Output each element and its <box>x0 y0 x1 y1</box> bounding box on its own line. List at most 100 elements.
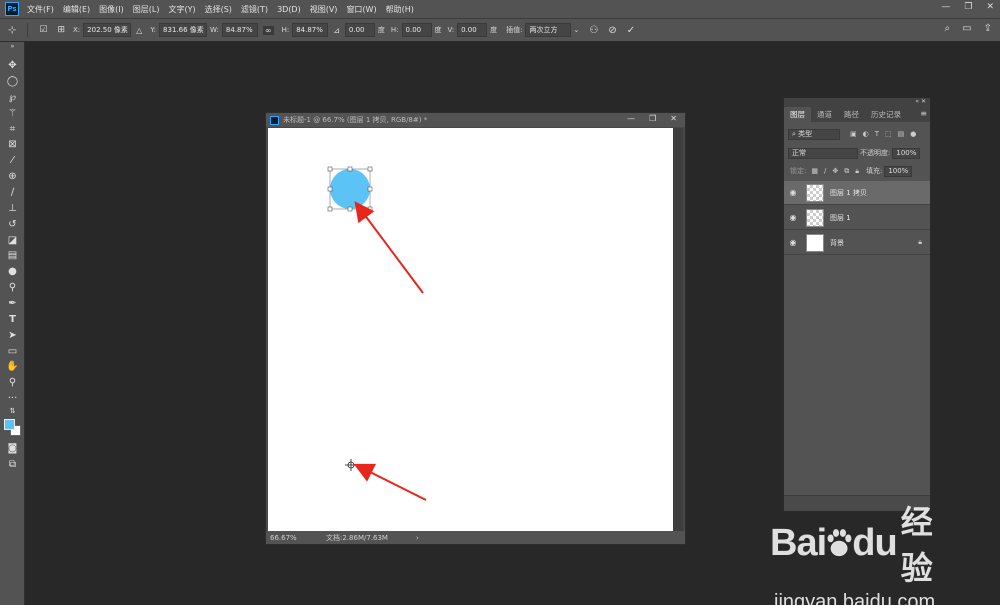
transform-handle-bm[interactable] <box>347 206 353 212</box>
elliptical-marquee-tool-icon[interactable]: ◯ <box>5 75 20 88</box>
layer-row[interactable]: ◉ 图层 1 拷贝 <box>784 181 930 205</box>
transform-handle-mr[interactable] <box>367 186 373 192</box>
move-tool-icon[interactable]: ✥ <box>5 59 20 72</box>
transform-tool-preset-icon[interactable]: ⊹ <box>8 25 16 36</box>
y-position-field[interactable]: 831.66 像素 <box>159 23 208 37</box>
reference-point-grid-icon[interactable]: ⊞ <box>57 25 65 35</box>
healing-brush-tool-icon[interactable]: ⊕ <box>5 170 20 183</box>
filter-smart-object-icon[interactable]: ▤ <box>898 130 905 138</box>
fill-field[interactable]: 100% <box>884 165 913 177</box>
layer-filter-select[interactable]: ⌕ 类型 <box>788 128 840 140</box>
lock-transparent-icon[interactable]: ▦ <box>811 167 818 175</box>
x-position-field[interactable]: 202.50 像素 <box>83 23 132 37</box>
lock-artboard-icon[interactable]: ⧉ <box>844 167 849 176</box>
menu-filter[interactable]: 滤镜(T) <box>241 4 268 15</box>
menu-help[interactable]: 帮助(H) <box>386 4 414 15</box>
layer-name[interactable]: 背景 <box>830 238 844 248</box>
doc-close-icon[interactable]: ✕ <box>670 114 677 123</box>
blue-circle-shape[interactable] <box>330 169 370 209</box>
canvas[interactable] <box>268 128 673 532</box>
quick-mask-icon[interactable]: ◙ <box>5 442 20 455</box>
zoom-tool-icon[interactable]: ⚲ <box>5 376 20 389</box>
transform-handle-bl[interactable] <box>327 206 333 212</box>
filter-adjustment-icon[interactable]: ◐ <box>863 130 869 138</box>
tab-channels[interactable]: 通道 <box>811 107 838 122</box>
history-brush-tool-icon[interactable]: ↺ <box>5 218 20 231</box>
menu-view[interactable]: 视图(V) <box>310 4 338 15</box>
lasso-tool-icon[interactable]: ℘ <box>5 91 20 104</box>
layer-name[interactable]: 图层 1 拷贝 <box>830 188 867 198</box>
status-menu-arrow-icon[interactable]: › <box>416 534 419 542</box>
hand-tool-icon[interactable]: ✋ <box>5 360 20 373</box>
visibility-eye-icon[interactable]: ◉ <box>784 188 802 197</box>
gradient-tool-icon[interactable]: ▤ <box>5 249 20 262</box>
eraser-tool-icon[interactable]: ◪ <box>5 234 20 247</box>
menu-layer[interactable]: 图层(L) <box>133 4 160 15</box>
lock-image-icon[interactable]: ∕ <box>824 167 826 175</box>
rotate-angle-field[interactable]: 0.00 <box>344 23 375 37</box>
pen-tool-icon[interactable]: ✒ <box>5 297 20 310</box>
h-skew-field[interactable]: 0.00 <box>401 23 432 37</box>
doc-minimize-icon[interactable]: — <box>627 114 635 123</box>
opacity-field[interactable]: 100% <box>892 147 921 159</box>
relative-position-icon[interactable]: △ <box>136 26 142 35</box>
toolbar-collapse-icon[interactable]: » <box>5 40 20 53</box>
filter-pixel-icon[interactable]: ▣ <box>850 130 857 138</box>
restore-icon[interactable]: ❐ <box>964 2 972 12</box>
v-skew-field[interactable]: 0.00 <box>457 23 488 37</box>
foreground-color-swatch[interactable] <box>4 419 15 430</box>
type-tool-icon[interactable]: T <box>5 313 20 326</box>
layer-row[interactable]: ◉ 图层 1 <box>784 206 930 230</box>
dodge-tool-icon[interactable]: ⚲ <box>5 281 20 294</box>
layer-row[interactable]: ◉ 背景 🔒︎ <box>784 231 930 255</box>
layer-lock-icon[interactable]: 🔒︎ <box>918 238 922 247</box>
workspace-icon[interactable]: ▭ <box>962 23 971 34</box>
brush-tool-icon[interactable]: ∕ <box>5 186 20 199</box>
panel-collapse-icon[interactable]: « ✕ <box>784 98 930 106</box>
document-size[interactable]: 文档:2.86M/7.63M <box>326 533 388 543</box>
search-icon[interactable]: ⌕ <box>945 23 951 34</box>
filter-toggle-icon[interactable]: ● <box>910 130 916 138</box>
tab-paths[interactable]: 路径 <box>838 107 865 122</box>
visibility-eye-icon[interactable]: ◉ <box>784 213 802 222</box>
tab-history[interactable]: 历史记录 <box>865 107 907 122</box>
frame-tool-icon[interactable]: ⊠ <box>5 138 20 151</box>
height-field[interactable]: 84.87% <box>292 23 329 37</box>
default-colors-icon[interactable]: ⇅ <box>5 405 20 418</box>
menu-3d[interactable]: 3D(D) <box>277 5 301 14</box>
eyedropper-tool-icon[interactable]: ⁄ <box>5 154 20 167</box>
transform-handle-tm[interactable] <box>347 166 353 172</box>
menu-type[interactable]: 文字(Y) <box>168 4 195 15</box>
filter-shape-icon[interactable]: ⬚ <box>885 130 892 138</box>
menu-edit[interactable]: 编辑(E) <box>63 4 90 15</box>
rectangle-tool-icon[interactable]: ▭ <box>5 345 20 358</box>
menu-select[interactable]: 选择(S) <box>205 4 232 15</box>
magic-wand-tool-icon[interactable]: ⚚ <box>5 107 20 120</box>
zoom-level[interactable]: 66.67% <box>270 534 318 542</box>
width-field[interactable]: 84.87% <box>221 23 258 37</box>
blend-mode-select[interactable]: 正常 <box>788 147 858 159</box>
chevron-down-icon[interactable]: ⌄ <box>573 26 579 34</box>
doc-restore-icon[interactable]: ❐ <box>649 114 656 123</box>
pivot-point-crosshair-icon[interactable] <box>345 459 357 471</box>
reference-point-checkbox[interactable]: ☑ <box>39 25 47 35</box>
layer-name[interactable]: 图层 1 <box>830 213 851 223</box>
cancel-transform-icon[interactable]: ⊘ <box>608 25 616 36</box>
document-scrollbar[interactable] <box>673 128 683 532</box>
tab-layers[interactable]: 图层 <box>784 107 811 122</box>
screen-mode-icon[interactable]: ⧉ <box>5 458 20 471</box>
lock-position-icon[interactable]: ✥ <box>832 167 838 175</box>
commit-transform-icon[interactable]: ✓ <box>627 25 635 36</box>
panel-menu-icon[interactable]: ≡ <box>920 109 927 118</box>
link-aspect-icon[interactable]: ∞ <box>262 25 274 35</box>
path-selection-tool-icon[interactable]: ➤ <box>5 329 20 342</box>
close-icon[interactable]: ✕ <box>986 2 994 12</box>
clone-stamp-tool-icon[interactable]: ⊥ <box>5 202 20 215</box>
blur-tool-icon[interactable]: ● <box>5 265 20 278</box>
lock-all-icon[interactable]: 🔒︎ <box>855 167 859 176</box>
transform-handle-ml[interactable] <box>327 186 333 192</box>
transform-handle-br[interactable] <box>367 206 373 212</box>
warp-mode-icon[interactable]: ⚇ <box>589 25 598 36</box>
document-title-bar[interactable]: 未标题-1 @ 66.7% (图层 1 拷贝, RGB/8#) * — ❐ ✕ <box>266 113 685 127</box>
transform-handle-tl[interactable] <box>327 166 333 172</box>
